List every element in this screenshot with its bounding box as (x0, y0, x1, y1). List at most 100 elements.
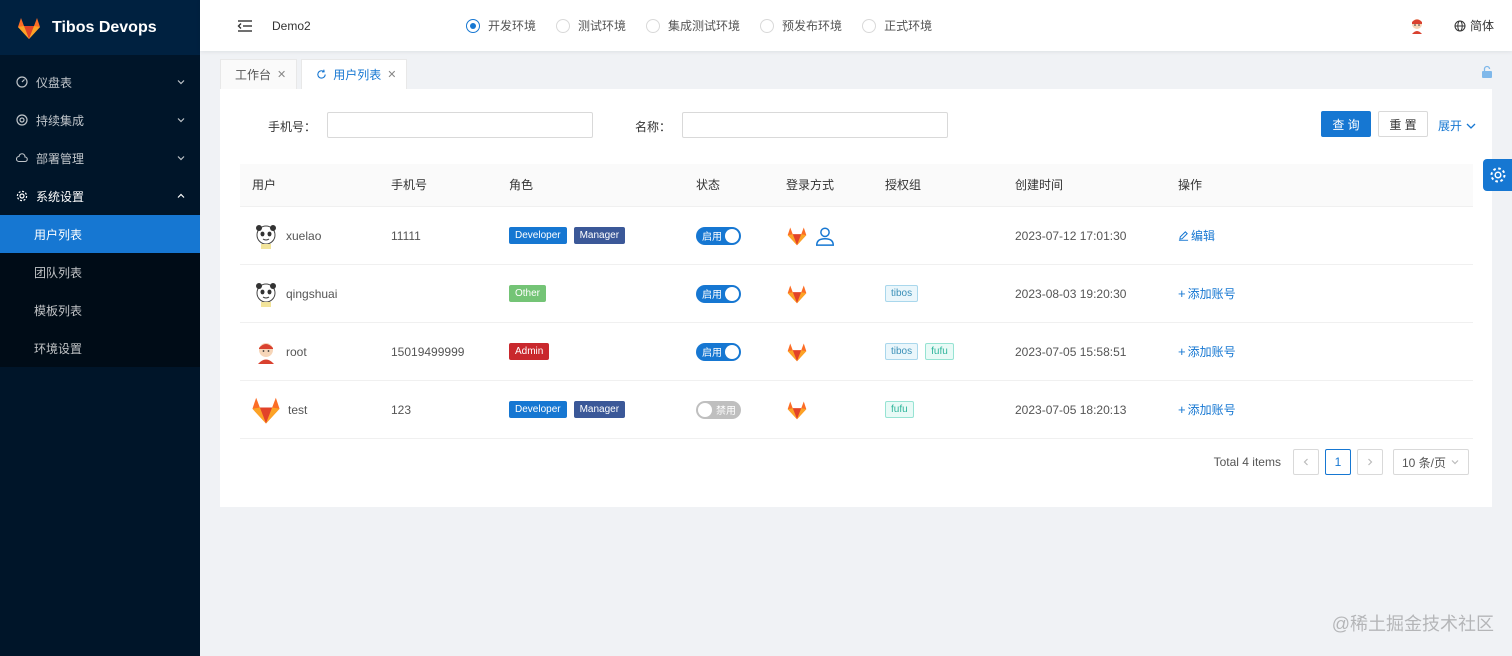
account-icon (816, 226, 834, 246)
sidebar-item-settings[interactable]: 系统设置 (0, 177, 200, 215)
unlock-icon[interactable] (1480, 65, 1494, 79)
pagination: Total 4 items 1 10 条/页 (1214, 449, 1469, 475)
page-tabs: 工作台 ✕ 用户列表 ✕ (220, 59, 411, 89)
close-icon[interactable]: ✕ (387, 68, 396, 81)
group-tag: tibos (885, 285, 919, 302)
column-header: 用户 (252, 178, 277, 192)
status-toggle[interactable]: 启用 (696, 342, 741, 361)
app-title: Tibos Devops (52, 18, 157, 36)
group-tag: fufu (925, 343, 954, 360)
phone-cell: 15019499999 (391, 344, 465, 359)
tab-workbench[interactable]: 工作台 ✕ (220, 59, 298, 89)
top-header: Demo2 开发环境 测试环境 集成测试环境 预发布环境 正式环境 简体 (200, 0, 1512, 51)
action-label: 添加账号 (1187, 403, 1236, 417)
column-header: 状态 (696, 178, 721, 192)
login-cell (786, 207, 842, 264)
env-label: 开发环境 (488, 19, 537, 33)
edit-action[interactable]: 编辑 (1178, 207, 1215, 264)
settings-drawer-button[interactable] (1483, 159, 1512, 191)
env-option-dev[interactable]: 开发环境 (466, 17, 536, 34)
phone-search-input[interactable] (327, 112, 593, 138)
created-cell: 2023-07-05 18:20:13 (1015, 402, 1127, 417)
plus-icon: + (1178, 402, 1186, 417)
sidebar-item-users[interactable]: 用户列表 (0, 215, 200, 253)
role-tag: Developer (509, 227, 567, 244)
project-name[interactable]: Demo2 (272, 19, 311, 33)
page-size-label: 10 条/页 (1401, 455, 1446, 470)
status-toggle[interactable]: 启用 (696, 226, 741, 245)
status-cell: 启用 (696, 323, 741, 380)
env-label: 预发布环境 (782, 19, 843, 33)
sidebar-item-environments[interactable]: 环境设置 (0, 329, 200, 367)
username: xuelao (286, 228, 322, 243)
column-header: 登录方式 (786, 178, 835, 192)
chevron-down-icon (1451, 460, 1459, 465)
add-account-action[interactable]: + 添加账号 (1178, 323, 1236, 380)
name-search-input[interactable] (682, 112, 948, 138)
refresh-icon[interactable] (316, 69, 327, 80)
add-account-action[interactable]: + 添加账号 (1178, 265, 1236, 322)
sidebar-item-deploy[interactable]: 部署管理 (0, 139, 200, 177)
column-header: 操作 (1178, 178, 1203, 192)
role-tag: Developer (509, 401, 567, 418)
radio-button[interactable] (466, 18, 480, 33)
user-table: 用户 手机号 角色 状态 登录方式 授权组 创建时间 操作 xuelao 111… (240, 164, 1473, 439)
app-logo[interactable]: Tibos Devops (0, 0, 200, 55)
env-label: 集成测试环境 (668, 19, 741, 33)
role-tag: Admin (509, 343, 550, 360)
column-header: 手机号 (391, 178, 428, 192)
status-cell: 启用 (696, 207, 741, 264)
radio-button[interactable] (862, 18, 877, 33)
status-cell: 禁用 (696, 381, 741, 438)
header-right: 简体 (1408, 0, 1494, 51)
tab-user-list[interactable]: 用户列表 ✕ (301, 59, 408, 89)
target-icon (16, 114, 28, 126)
expand-toggle[interactable]: 展开 (1438, 117, 1477, 134)
group-tag: fufu (885, 401, 914, 418)
column-header: 创建时间 (1015, 178, 1064, 192)
user-avatar[interactable] (1408, 17, 1426, 35)
menu-fold-icon[interactable] (236, 17, 254, 35)
page-button-1[interactable]: 1 (1324, 449, 1351, 475)
env-label: 正式环境 (884, 19, 933, 33)
status-toggle[interactable]: 禁用 (696, 400, 741, 419)
username: qingshuai (286, 286, 338, 301)
user-cell: root (252, 323, 307, 380)
sidebar-item-ci[interactable]: 持续集成 (0, 101, 200, 139)
gitlab-icon (787, 401, 807, 419)
groups-cell: tibos (885, 265, 925, 322)
env-option-test[interactable]: 测试环境 (556, 17, 626, 34)
username: root (286, 344, 307, 359)
status-toggle[interactable]: 启用 (696, 284, 741, 303)
env-option-production[interactable]: 正式环境 (862, 17, 932, 34)
page-size-select[interactable]: 10 条/页 (1392, 449, 1469, 475)
env-option-integration[interactable]: 集成测试环境 (646, 17, 740, 34)
created-cell: 2023-07-12 17:01:30 (1015, 228, 1127, 243)
close-icon[interactable]: ✕ (277, 68, 286, 81)
radio-button[interactable] (646, 18, 661, 33)
add-account-action[interactable]: + 添加账号 (1178, 381, 1236, 438)
action-label: 添加账号 (1187, 345, 1236, 359)
username: test (288, 402, 308, 417)
language-switch[interactable]: 简体 (1454, 17, 1494, 34)
language-label: 简体 (1469, 19, 1494, 33)
env-option-staging[interactable]: 预发布环境 (760, 17, 842, 34)
tab-label: 工作台 (235, 68, 272, 82)
radio-button[interactable] (556, 18, 571, 33)
sidebar-item-templates[interactable]: 模板列表 (0, 291, 200, 329)
sidebar-item-dashboard[interactable]: 仪盘表 (0, 63, 200, 101)
sidebar-item-label: 部署管理 (36, 151, 85, 166)
next-page-button[interactable] (1356, 449, 1383, 475)
user-cell: xuelao (252, 207, 321, 264)
login-cell (786, 323, 814, 380)
prev-page-button[interactable] (1292, 449, 1319, 475)
chevron-up-icon (177, 193, 185, 198)
sidebar-item-teams[interactable]: 团队列表 (0, 253, 200, 291)
created-cell: 2023-07-05 15:58:51 (1015, 344, 1127, 359)
globe-icon (1454, 20, 1466, 31)
chevron-down-icon (177, 118, 185, 123)
radio-button[interactable] (760, 18, 775, 33)
role-tag: Manager (573, 227, 626, 244)
query-button[interactable]: 查 询 (1321, 111, 1371, 137)
reset-button[interactable]: 重 置 (1378, 111, 1428, 137)
